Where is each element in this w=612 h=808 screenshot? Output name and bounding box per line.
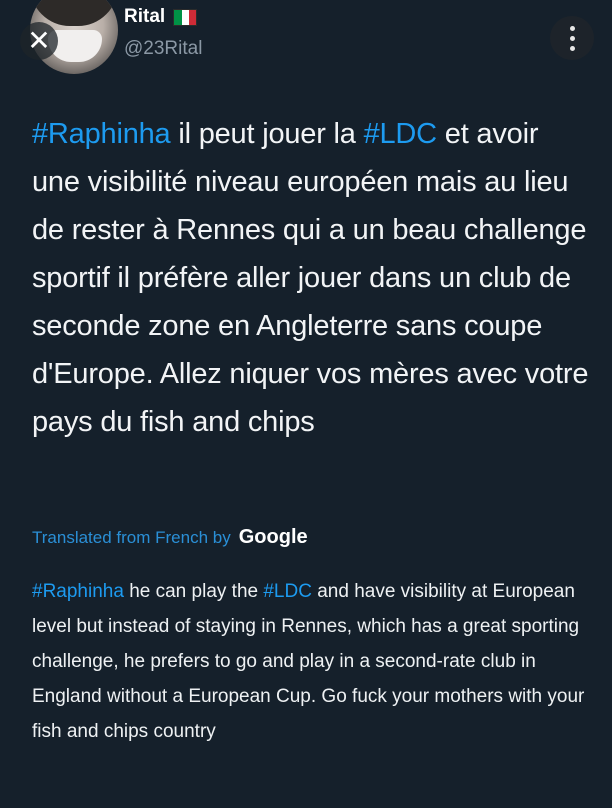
more-vertical-icon [569,35,575,41]
tweet-text-part: et avoir une visibilité niveau européen … [32,118,589,438]
italy-flag-icon [173,8,198,26]
user-handle[interactable]: @23Rital [124,38,202,60]
tweet-text: #Raphinha il peut jouer la #LDC et avoir… [32,110,592,446]
hashtag-link[interactable]: #LDC [364,118,438,150]
translated-text-part: he can play the [123,581,264,602]
user-name-row: Rital [124,6,198,28]
hashtag-link[interactable]: #LDC [263,581,312,602]
translation-label: Translated from French by [32,528,231,547]
translated-text-part: and have visibility at European level bu… [32,581,585,742]
more-vertical-icon [569,25,575,31]
close-icon: ✕ [27,25,51,56]
tweet-header: ✕ Rital @23Rital [0,0,612,100]
user-name[interactable]: Rital [124,6,165,28]
google-logo: Google [238,526,308,548]
hashtag-link[interactable]: #Raphinha [32,118,171,150]
hashtag-link[interactable]: #Raphinha [32,581,124,602]
translated-text: #Raphinha he can play the #LDC and have … [32,574,602,749]
close-button[interactable]: ✕ [20,22,58,60]
tweet-text-part: il peut jouer la [170,118,364,150]
more-vertical-icon [569,45,575,51]
more-options-button[interactable] [550,16,594,60]
translation-attribution[interactable]: Translated from French by Google [32,526,308,549]
